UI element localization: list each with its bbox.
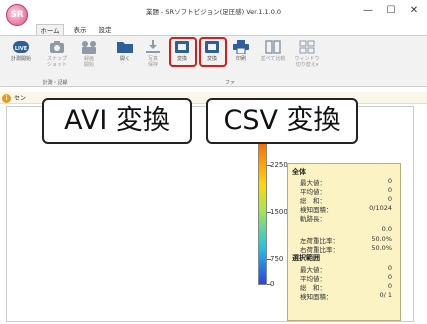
info-icon: i	[2, 94, 11, 103]
svg-text:LIVE: LIVE	[15, 46, 28, 52]
scale-label-max: 2250	[270, 161, 288, 169]
stat-value: 0	[387, 177, 392, 185]
stat-value: 0	[387, 273, 392, 281]
record-icon	[81, 40, 97, 54]
print-label: 印刷	[235, 56, 246, 62]
csv-highlight-box	[199, 37, 227, 67]
live-icon: LIVE	[13, 40, 29, 54]
compare-button[interactable]: 並べて比較	[256, 40, 290, 80]
window-switch-button[interactable]: ウィンドウ 切り替え▾	[290, 40, 324, 80]
stat-value: 0	[387, 195, 392, 203]
stat-label: 軌跡長：	[300, 215, 326, 223]
stat-value: 50.0%	[371, 235, 392, 243]
photo-save-label: 写真 保存	[147, 56, 158, 68]
stats-header-selection: 選択範囲	[292, 254, 320, 262]
stat-label: 検知面積：	[300, 293, 333, 301]
stat-value: 0.0	[381, 225, 392, 233]
print-button[interactable]: 印刷	[226, 40, 256, 80]
stat-value: 0	[387, 264, 392, 272]
color-scale-bar	[258, 135, 267, 285]
photo-save-button[interactable]: 写真 保存	[138, 40, 168, 80]
snapshot-label: スナップ ショット	[46, 56, 67, 68]
avi-highlight-box	[169, 37, 197, 67]
record-start-button[interactable]: 録画 開始	[74, 40, 104, 80]
camera-icon	[49, 40, 65, 54]
close-button[interactable]: ✕	[402, 3, 426, 19]
compare-label: 並べて比較	[260, 56, 286, 62]
compare-icon	[265, 40, 281, 54]
info-bar-text: セン	[14, 95, 27, 102]
scale-label-750: 750	[270, 255, 284, 263]
minimize-button[interactable]: —	[356, 3, 380, 19]
stat-value: 0	[387, 186, 392, 194]
stats-panel: 全体 最大値： 0 平均値： 0 総 和： 0 検知面積： 0/1024 軌跡長…	[287, 163, 401, 321]
group-label-measure: 計測・記録	[42, 80, 68, 86]
stat-value: 0	[387, 282, 392, 290]
stat-value: 0/ 1	[379, 291, 392, 299]
download-icon	[145, 40, 161, 54]
stat-value: 0/1024	[369, 204, 392, 212]
window-switch-icon	[299, 40, 315, 54]
window-switch-label: ウィンドウ 切り替え▾	[294, 56, 320, 68]
callout-csv-convert: CSV 変換	[206, 98, 358, 144]
record-start-label: 録画 開始	[83, 56, 94, 68]
snapshot-button[interactable]: スナップ ショット	[42, 40, 72, 80]
printer-icon	[233, 40, 249, 55]
scale-label-1500: 1500	[270, 208, 288, 216]
measure-start-label: 計測開始	[10, 56, 31, 62]
folder-icon	[117, 40, 133, 54]
group-label-file: ファ	[224, 80, 235, 86]
scale-label-0: 0	[270, 280, 275, 288]
callout-avi-convert: AVI 変換	[42, 98, 192, 144]
measure-start-button[interactable]: LIVE 計測開始	[6, 40, 36, 80]
stat-value: 50.0%	[371, 244, 392, 252]
maximize-button[interactable]: ☐	[379, 3, 403, 19]
stats-header-all: 全体	[292, 168, 306, 176]
open-label: 開く	[119, 56, 130, 62]
open-button[interactable]: 開く	[110, 40, 140, 80]
